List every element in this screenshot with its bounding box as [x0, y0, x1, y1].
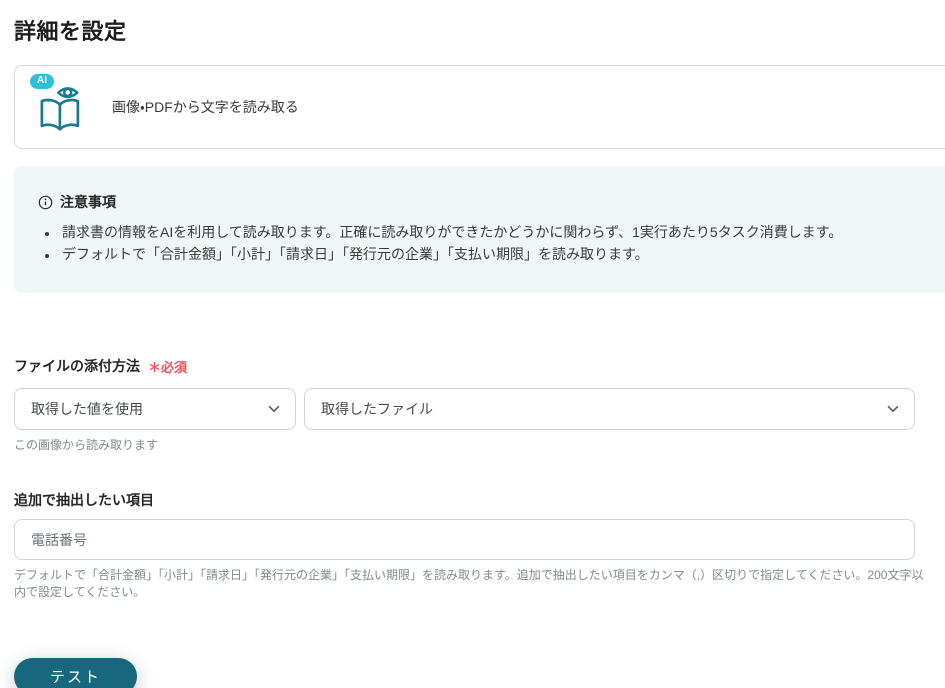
notice-item: 請求書の情報をAIを利用して読み取ります。正確に読み取りができたかどうかに関わら…: [59, 221, 935, 243]
settings-page: 詳細を設定 AI 画像・PDFから文字を読み取る 注意事項 請求書の情報をAIを…: [0, 14, 945, 688]
attachment-method-label-text: ファイルの添付方法: [14, 358, 140, 374]
attachment-method-select[interactable]: 取得した値を使用: [14, 388, 296, 430]
notice-title: 注意事項: [38, 192, 935, 212]
attachment-helper-text: この画像から読み取ります: [14, 438, 159, 452]
extra-items-input[interactable]: [14, 519, 915, 560]
ai-badge: AI: [30, 74, 54, 89]
action-card-label: 画像・PDFから文字を読み取る: [112, 99, 299, 115]
extra-items-label: 追加で抽出したい項目: [14, 490, 945, 510]
notice-list: 請求書の情報をAIを利用して読み取ります。正確に読み取りができたかどうかに関わら…: [59, 221, 935, 265]
required-badge: ＊必須: [148, 359, 188, 375]
attachment-file-select[interactable]: 取得したファイル: [304, 388, 915, 430]
notice-item: デフォルトで「合計金額」「小計」「請求日」「発行元の企業」「支払い期限」を読み取…: [59, 243, 935, 265]
attachment-method-label: ファイルの添付方法 ＊必須: [14, 356, 945, 376]
ocr-book-eye-icon: AI: [30, 74, 88, 138]
notice-box: 注意事項 請求書の情報をAIを利用して読み取ります。正確に読み取りができたかどう…: [14, 166, 945, 293]
extra-items-helper-text: デフォルトで「合計金額」「小計」「請求日」「発行元の企業」「支払い期限」を読み取…: [14, 568, 924, 599]
info-icon: [38, 195, 53, 209]
chevron-down-icon: [887, 405, 899, 413]
notice-title-text: 注意事項: [60, 194, 116, 210]
test-button[interactable]: テスト: [14, 658, 137, 688]
action-card-ocr[interactable]: AI 画像・PDFから文字を読み取る: [14, 65, 945, 149]
page-title: 詳細を設定: [14, 19, 127, 44]
attachment-file-select-value: 取得したファイル: [321, 401, 433, 417]
attachment-method-select-value: 取得した値を使用: [31, 401, 143, 417]
footer-actions: テスト: [14, 658, 137, 688]
extra-items-label-text: 追加で抽出したい項目: [14, 492, 154, 508]
chevron-down-icon: [268, 405, 280, 413]
